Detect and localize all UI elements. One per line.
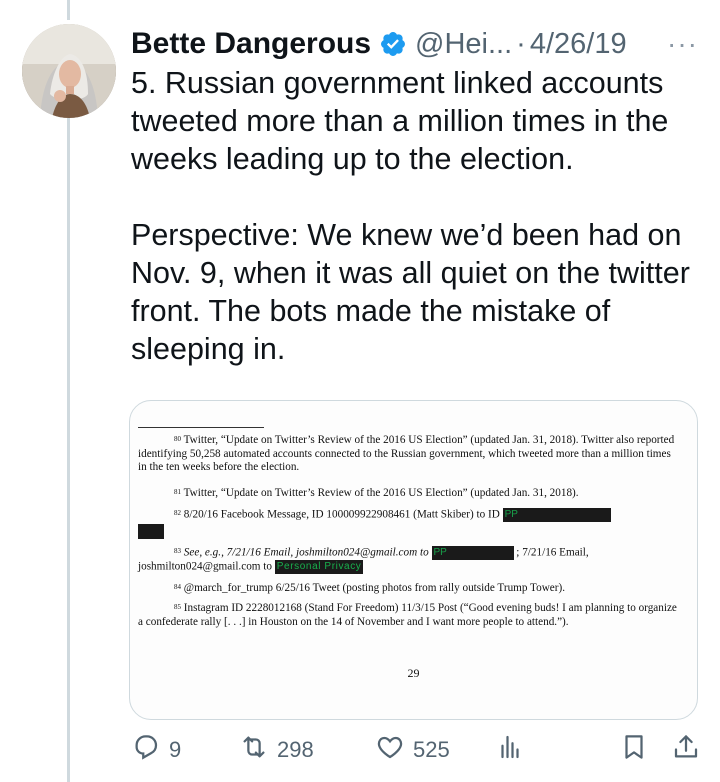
bookmark-icon: [619, 732, 649, 768]
media-image[interactable]: 80 Twitter, “Update on Twitter’s Review …: [129, 400, 698, 720]
page-number: 29: [407, 666, 420, 680]
redaction-block: Personal Privacy: [274, 560, 364, 575]
author-name[interactable]: Bette Dangerous: [131, 27, 371, 61]
footnote-83: 83 See, e.g., 7/21/16 Email, joshmilton0…: [138, 546, 589, 575]
share-button[interactable]: [671, 732, 701, 768]
footnote-85: 85 Instagram ID 2228012168 (Stand For Fr…: [138, 602, 677, 628]
tweet-date[interactable]: 4/26/19: [530, 28, 627, 61]
footnote-81: 81 Twitter, “Update on Twitter’s Review …: [174, 487, 579, 499]
header-separator: ·: [516, 27, 526, 60]
retweet-count: 298: [277, 737, 314, 762]
footnote-rule: [138, 427, 264, 428]
footnote-84: 84 @march_for_trump 6/25/16 Tweet (posti…: [174, 582, 565, 594]
tweet-actions: 9 298 525: [131, 732, 710, 772]
tweet-text: 5. Russian government linked accounts tw…: [131, 64, 711, 368]
author-handle[interactable]: @Hei...: [415, 28, 512, 61]
redaction-block: [138, 524, 164, 539]
document-scan: 80 Twitter, “Update on Twitter’s Review …: [130, 401, 697, 719]
tweet-paragraph-1: 5. Russian government linked accounts tw…: [131, 66, 669, 176]
views-button[interactable]: [495, 732, 525, 768]
thread-line-bottom: [67, 118, 70, 782]
avatar-portrait: [22, 24, 116, 118]
avatar[interactable]: [22, 24, 116, 118]
retweet-button[interactable]: 298: [239, 732, 314, 768]
like-icon: [375, 732, 405, 768]
like-count: 525: [413, 737, 450, 762]
bookmark-button[interactable]: [619, 732, 649, 768]
more-icon[interactable]: ···: [667, 28, 698, 60]
thread-line-top: [67, 0, 70, 20]
retweet-icon: [239, 732, 269, 768]
share-icon: [671, 732, 701, 768]
redaction-block: PP: [502, 508, 611, 522]
reply-button[interactable]: 9: [131, 732, 181, 768]
like-button[interactable]: 525: [375, 732, 450, 768]
tweet-header: Bette Dangerous @Hei... · 4/26/19 ···: [131, 22, 700, 66]
reply-icon: [131, 732, 161, 768]
views-icon: [495, 732, 525, 768]
footnote-80: 80 Twitter, “Update on Twitter’s Review …: [138, 434, 675, 473]
footnote-82: 82 8/20/16 Facebook Message, ID 10000992…: [138, 508, 681, 522]
tweet-paragraph-2: Perspective: We knew we’d been had on No…: [131, 218, 690, 366]
redaction-block: PP: [431, 546, 514, 560]
verified-badge-icon: [379, 30, 407, 58]
reply-count: 9: [169, 737, 182, 762]
